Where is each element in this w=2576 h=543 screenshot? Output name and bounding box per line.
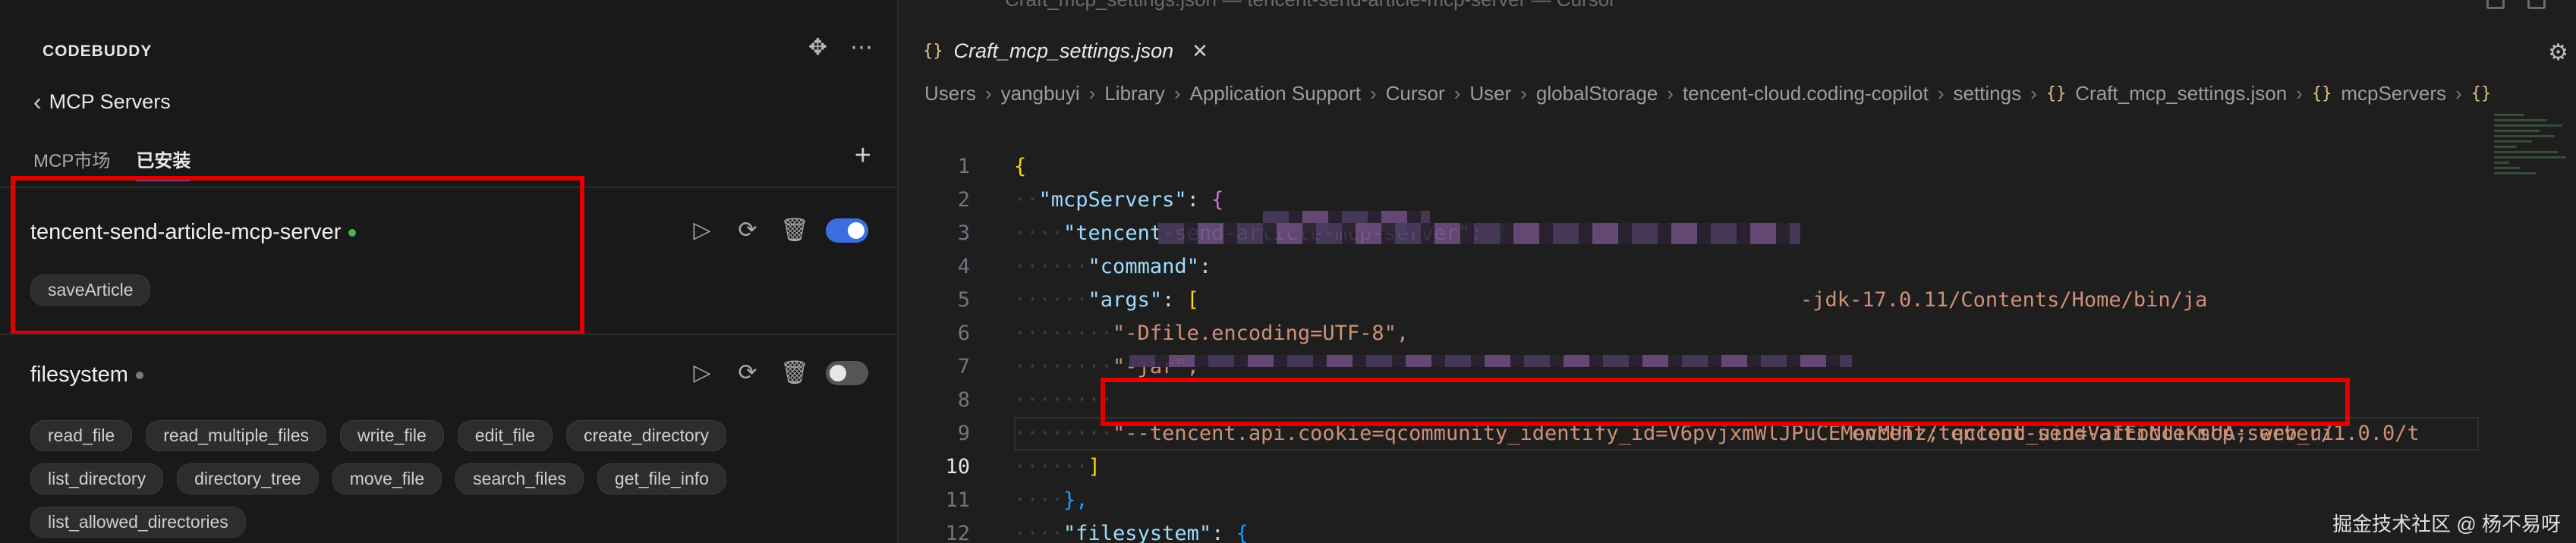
server-controls: ▷ ⟳ 🗑 — [689, 361, 868, 385]
tool-chip[interactable]: read_multiple_files — [146, 420, 327, 451]
code-line: 3····"tencent-send-article-mcp-server": … — [957, 221, 1508, 245]
play-icon[interactable]: ▷ — [689, 219, 715, 242]
add-server-button[interactable]: + — [855, 141, 871, 170]
breadcrumb-item[interactable]: Craft_mcp_settings.json — [2075, 82, 2287, 105]
window-title: Craft_mcp_settings.json — tencent-send-a… — [1005, 0, 1616, 11]
status-dot — [135, 371, 143, 379]
back-button[interactable]: ‹ MCP Servers — [33, 89, 171, 114]
refresh-icon[interactable]: ⟳ — [735, 362, 761, 384]
json-file-icon: {} — [923, 41, 943, 61]
tab-label: Craft_mcp_settings.json — [953, 39, 1174, 62]
codebuddy-panel: CODEBUDDY ✥ ⋯ ‹ MCP Servers MCP市场 已安装 + … — [0, 0, 899, 543]
tool-chip[interactable]: create_directory — [566, 420, 726, 451]
code-editor: {} Craft_mcp_settings.json ✕ ⚙ Users › ya… — [900, 11, 2576, 543]
breadcrumb-item[interactable]: mcpServers — [2341, 82, 2446, 105]
trash-icon[interactable]: 🗑 — [780, 362, 809, 384]
trash-icon[interactable]: 🗑 — [780, 219, 809, 242]
tool-chip[interactable]: directory_tree — [177, 463, 319, 494]
breadcrumb-item[interactable]: tencent-cloud.coding-copilot — [1683, 82, 1929, 105]
breadcrumb-item[interactable]: Users — [924, 82, 976, 105]
layout-controls — [2486, 0, 2546, 9]
redacted-blur — [1129, 355, 1852, 367]
tool-chip[interactable]: get_file_info — [597, 463, 726, 494]
move-icon[interactable]: ✥ — [808, 36, 827, 59]
code-line: 11 ····}, — [945, 488, 1088, 512]
tool-chip[interactable]: read_file — [30, 420, 133, 451]
server-controls: ▷ ⟳ 🗑 — [689, 218, 868, 243]
tool-chip[interactable]: edit_file — [457, 420, 553, 451]
page-title: MCP Servers — [49, 89, 171, 113]
server-card: filesystem ▷ ⟳ 🗑 read_file read_multiple… — [0, 337, 899, 543]
json-file-icon: {} — [2045, 84, 2067, 103]
play-icon[interactable]: ▷ — [689, 362, 715, 384]
code-line: 1{ — [957, 155, 1027, 178]
breadcrumb-item[interactable]: User — [1469, 82, 1511, 105]
tool-chip[interactable]: list_allowed_directories — [30, 507, 246, 538]
tab-file[interactable]: {} Craft_mcp_settings.json ✕ — [923, 29, 1208, 73]
server-toggle[interactable] — [826, 361, 868, 385]
breadcrumb-item[interactable]: settings — [1953, 82, 2021, 105]
breadcrumb-item[interactable]: Library — [1104, 82, 1164, 105]
breadcrumb-item[interactable]: Application Support — [1189, 82, 1360, 105]
code-line: 7········"-jar", — [957, 355, 1199, 378]
close-icon[interactable]: ✕ — [1192, 39, 1208, 63]
highlight-box — [11, 176, 584, 335]
tool-list: read_file read_multiple_files write_file… — [30, 420, 868, 538]
code-line: 6 ········"-Dfile.encoding=UTF-8", — [957, 322, 1409, 345]
minimap[interactable] — [2494, 111, 2570, 217]
panel-actions: ✥ ⋯ — [808, 36, 873, 59]
tool-chip[interactable]: write_file — [340, 420, 444, 451]
breadcrumb: Users › yangbuyi › Library › Application Su… — [924, 82, 2492, 105]
server-name-row: filesystem — [30, 363, 143, 388]
server-name: filesystem — [30, 363, 128, 387]
brand-title: CODEBUDDY — [43, 42, 153, 60]
redacted-blur — [1158, 223, 1800, 244]
settings-gear-icon[interactable]: ⚙ — [2548, 39, 2568, 66]
highlight-box — [1101, 378, 2350, 426]
breadcrumb-item[interactable]: globalStorage — [1536, 82, 1658, 105]
object-icon: {} — [2471, 84, 2492, 103]
more-icon[interactable]: ⋯ — [850, 36, 873, 59]
refresh-icon[interactable]: ⟳ — [735, 219, 761, 242]
code-line: 12 ····"filesystem": { — [945, 522, 1249, 543]
window-titlebar: Craft_mcp_settings.json — tencent-send-a… — [914, 0, 2576, 11]
tool-chip[interactable]: move_file — [332, 463, 442, 494]
object-icon: {} — [2311, 84, 2332, 103]
divider — [0, 334, 899, 335]
toggle-sidebar-icon[interactable] — [2527, 0, 2546, 9]
tool-chip[interactable]: list_directory — [30, 463, 164, 494]
toggle-panel-icon[interactable] — [2486, 0, 2505, 9]
code-line: 2 ··"mcpServers": { — [957, 188, 1224, 212]
server-toggle[interactable] — [826, 218, 868, 243]
editor-tabbar: {} Craft_mcp_settings.json ✕ ⚙ — [900, 29, 2576, 82]
chevron-left-icon: ‹ — [33, 88, 42, 115]
breadcrumb-item[interactable]: yangbuyi — [1001, 82, 1080, 105]
breadcrumb-item[interactable]: Cursor — [1386, 82, 1445, 105]
code-line: 5 ······"args": [ — [957, 288, 1199, 312]
watermark: 掘金技术社区 @ 杨不易呀 — [2332, 513, 2561, 535]
tool-chip[interactable]: search_files — [455, 463, 584, 494]
